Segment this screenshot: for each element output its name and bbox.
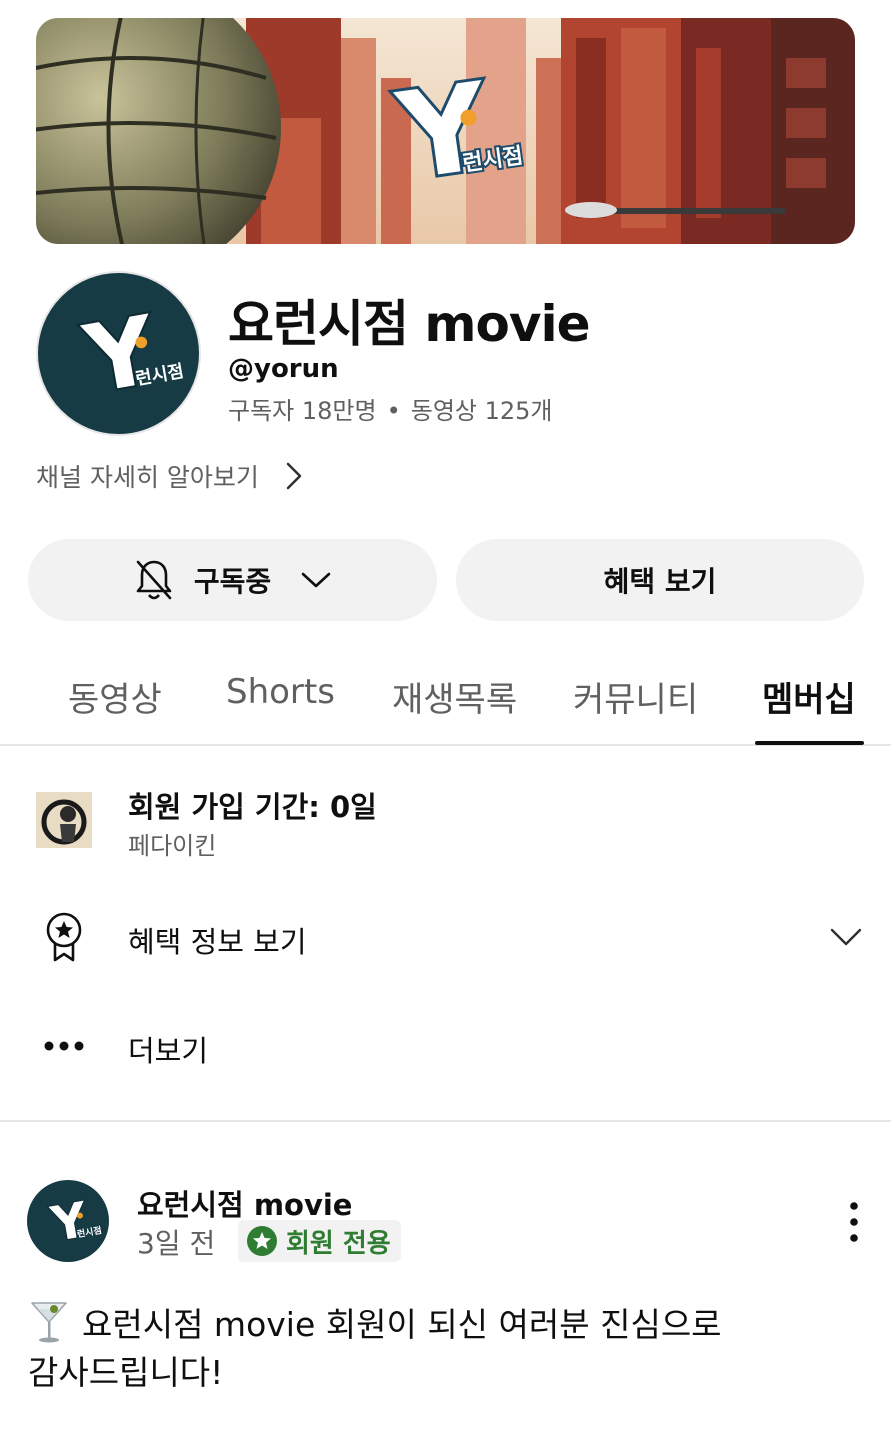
members-only-badge: 회원 전용 — [238, 1220, 401, 1262]
perks-info-label: 혜택 정보 보기 — [128, 925, 307, 959]
channel-banner: Y 런시점 — [36, 18, 855, 244]
view-perks-label: 혜택 보기 — [603, 565, 717, 598]
tab-videos[interactable]: 동영상 — [68, 672, 162, 721]
video-count: 동영상 125개 — [410, 397, 553, 425]
banner-art: Y 런시점 — [36, 18, 855, 244]
channel-stats: 구독자 18만명 • 동영상 125개 — [228, 391, 553, 426]
post-body: 요런시점 movie 회원이 되신 여러분 진심으로 감사드립니다! — [28, 1300, 858, 1397]
channel-logo: Y 런시점 — [75, 294, 186, 417]
stats-separator: • — [386, 397, 401, 425]
channel-logo: Y 런시점 — [45, 1191, 102, 1255]
svg-text:Y: Y — [46, 1192, 92, 1254]
membership-badge-image — [36, 792, 92, 848]
subscribed-button[interactable]: 구독중 — [28, 539, 437, 621]
award-star-icon — [46, 912, 82, 962]
more-row[interactable]: 더보기 — [0, 1020, 891, 1076]
post-author-name[interactable]: 요런시점 movie — [137, 1182, 352, 1224]
subscribed-label: 구독중 — [193, 565, 272, 598]
channel-name: 요런시점 movie — [228, 295, 590, 353]
section-divider — [0, 1120, 891, 1122]
tab-shorts[interactable]: Shorts — [226, 672, 335, 712]
post-text: 요런시점 movie 회원이 되신 여러분 진심으로 감사드립니다! — [28, 1305, 722, 1392]
active-tab-indicator — [755, 741, 864, 745]
more-label: 더보기 — [128, 1034, 209, 1068]
channel-tabs: 동영상 Shorts 재생목록 커뮤니티 멤버십 — [0, 646, 891, 746]
tab-playlists[interactable]: 재생목록 — [392, 672, 517, 721]
view-perks-button[interactable]: 혜택 보기 — [456, 539, 864, 621]
perks-info-row[interactable]: 혜택 정보 보기 — [0, 905, 891, 969]
more-dots-icon — [44, 1041, 84, 1051]
star-badge-icon — [247, 1226, 277, 1256]
members-only-label: 회원 전용 — [286, 1228, 391, 1259]
bell-off-icon — [136, 560, 172, 600]
tab-community[interactable]: 커뮤니티 — [573, 672, 698, 721]
channel-handle: @yorun — [228, 354, 339, 384]
svg-text:Y: Y — [77, 296, 165, 415]
membership-level: 페다이킨 — [128, 832, 217, 860]
kebab-menu-icon[interactable] — [842, 1200, 866, 1244]
more-about-label: 채널 자세히 알아보기 — [36, 463, 259, 492]
channel-avatar[interactable]: Y 런시점 — [36, 271, 201, 436]
chevron-down-icon — [301, 572, 331, 588]
membership-duration: 회원 가입 기간: 0일 — [128, 790, 377, 824]
more-about-link[interactable]: 채널 자세히 알아보기 — [36, 458, 303, 494]
subscriber-count: 구독자 18만명 — [228, 397, 377, 425]
chevron-right-icon — [286, 462, 302, 490]
cocktail-glass-icon — [31, 1302, 67, 1343]
post-author-avatar[interactable]: Y 런시점 — [27, 1180, 109, 1262]
chevron-down-icon — [830, 928, 862, 946]
post-timestamp: 3일 전 — [137, 1227, 216, 1260]
tab-membership[interactable]: 멤버십 — [762, 672, 856, 721]
